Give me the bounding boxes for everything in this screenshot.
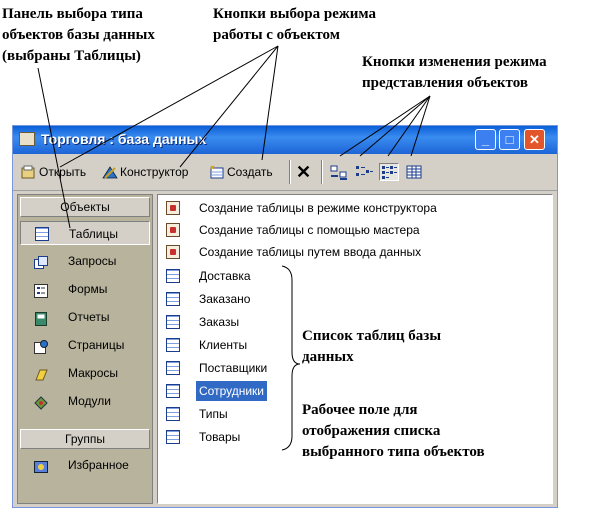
annotation-leader-lines [37, 45, 431, 451]
